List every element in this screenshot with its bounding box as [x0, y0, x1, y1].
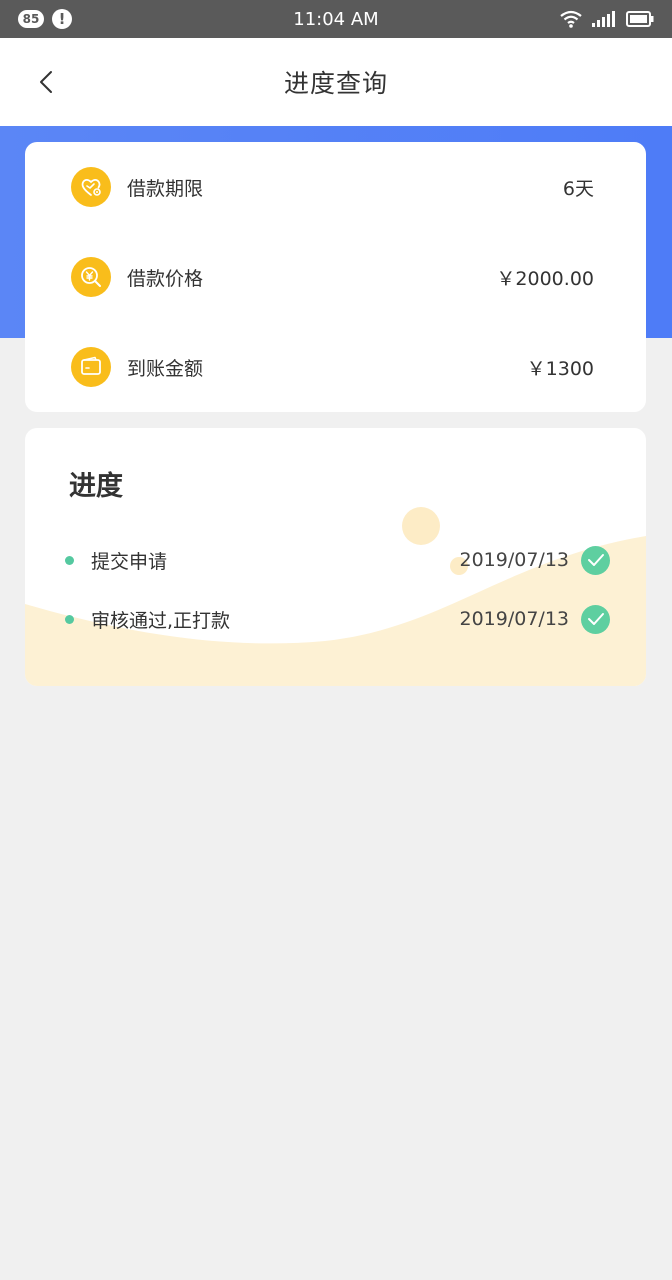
- step-dot: [65, 614, 74, 624]
- check-icon: [581, 545, 610, 575]
- step-label: 审核通过,正打款: [91, 609, 231, 632]
- progress-step: 提交申请 2019/07/13: [25, 540, 646, 580]
- loan-info-card: 借款期限 6天 借款价格 ￥2000.00 到账金额 ￥1300: [25, 142, 646, 412]
- page-title: 进度查询: [283, 69, 388, 98]
- progress-card: 进度 提交申请 2019/07/13 审核通过,正打款 2019/07/13: [25, 428, 646, 686]
- info-value: ￥1300: [526, 357, 594, 380]
- progress-step: 审核通过,正打款 2019/07/13: [25, 599, 646, 639]
- battery-icon: [626, 11, 654, 27]
- heart-gear-icon: [71, 167, 111, 207]
- check-icon: [581, 604, 610, 634]
- signal-icon: [592, 11, 615, 27]
- step-date: 2019/07/13: [459, 549, 569, 571]
- step-date: 2019/07/13: [459, 608, 569, 630]
- back-button[interactable]: [28, 64, 64, 100]
- alert-icon: !: [52, 9, 72, 29]
- wifi-icon: [560, 10, 582, 28]
- info-row-term: 借款期限 6天: [25, 142, 646, 232]
- status-bar: 85 ! 11:04 AM: [0, 0, 672, 38]
- chevron-left-icon: [40, 71, 52, 93]
- nav-bar: 进度查询: [0, 38, 672, 126]
- info-row-price: 借款价格 ￥2000.00: [25, 232, 646, 322]
- notification-count-badge: 85: [18, 10, 44, 28]
- step-dot: [65, 555, 74, 565]
- info-row-received: 到账金额 ￥1300: [25, 322, 646, 412]
- status-right: [560, 10, 654, 28]
- info-value: ￥2000.00: [496, 267, 594, 290]
- status-left: 85 !: [18, 9, 72, 29]
- progress-title: 进度: [69, 471, 123, 502]
- yen-search-icon: [71, 257, 111, 297]
- info-value: 6天: [562, 177, 594, 200]
- info-label: 借款期限: [127, 177, 204, 200]
- info-label: 借款价格: [127, 267, 204, 290]
- wallet-icon: [71, 347, 111, 387]
- info-label: 到账金额: [127, 357, 204, 380]
- step-label: 提交申请: [91, 550, 168, 573]
